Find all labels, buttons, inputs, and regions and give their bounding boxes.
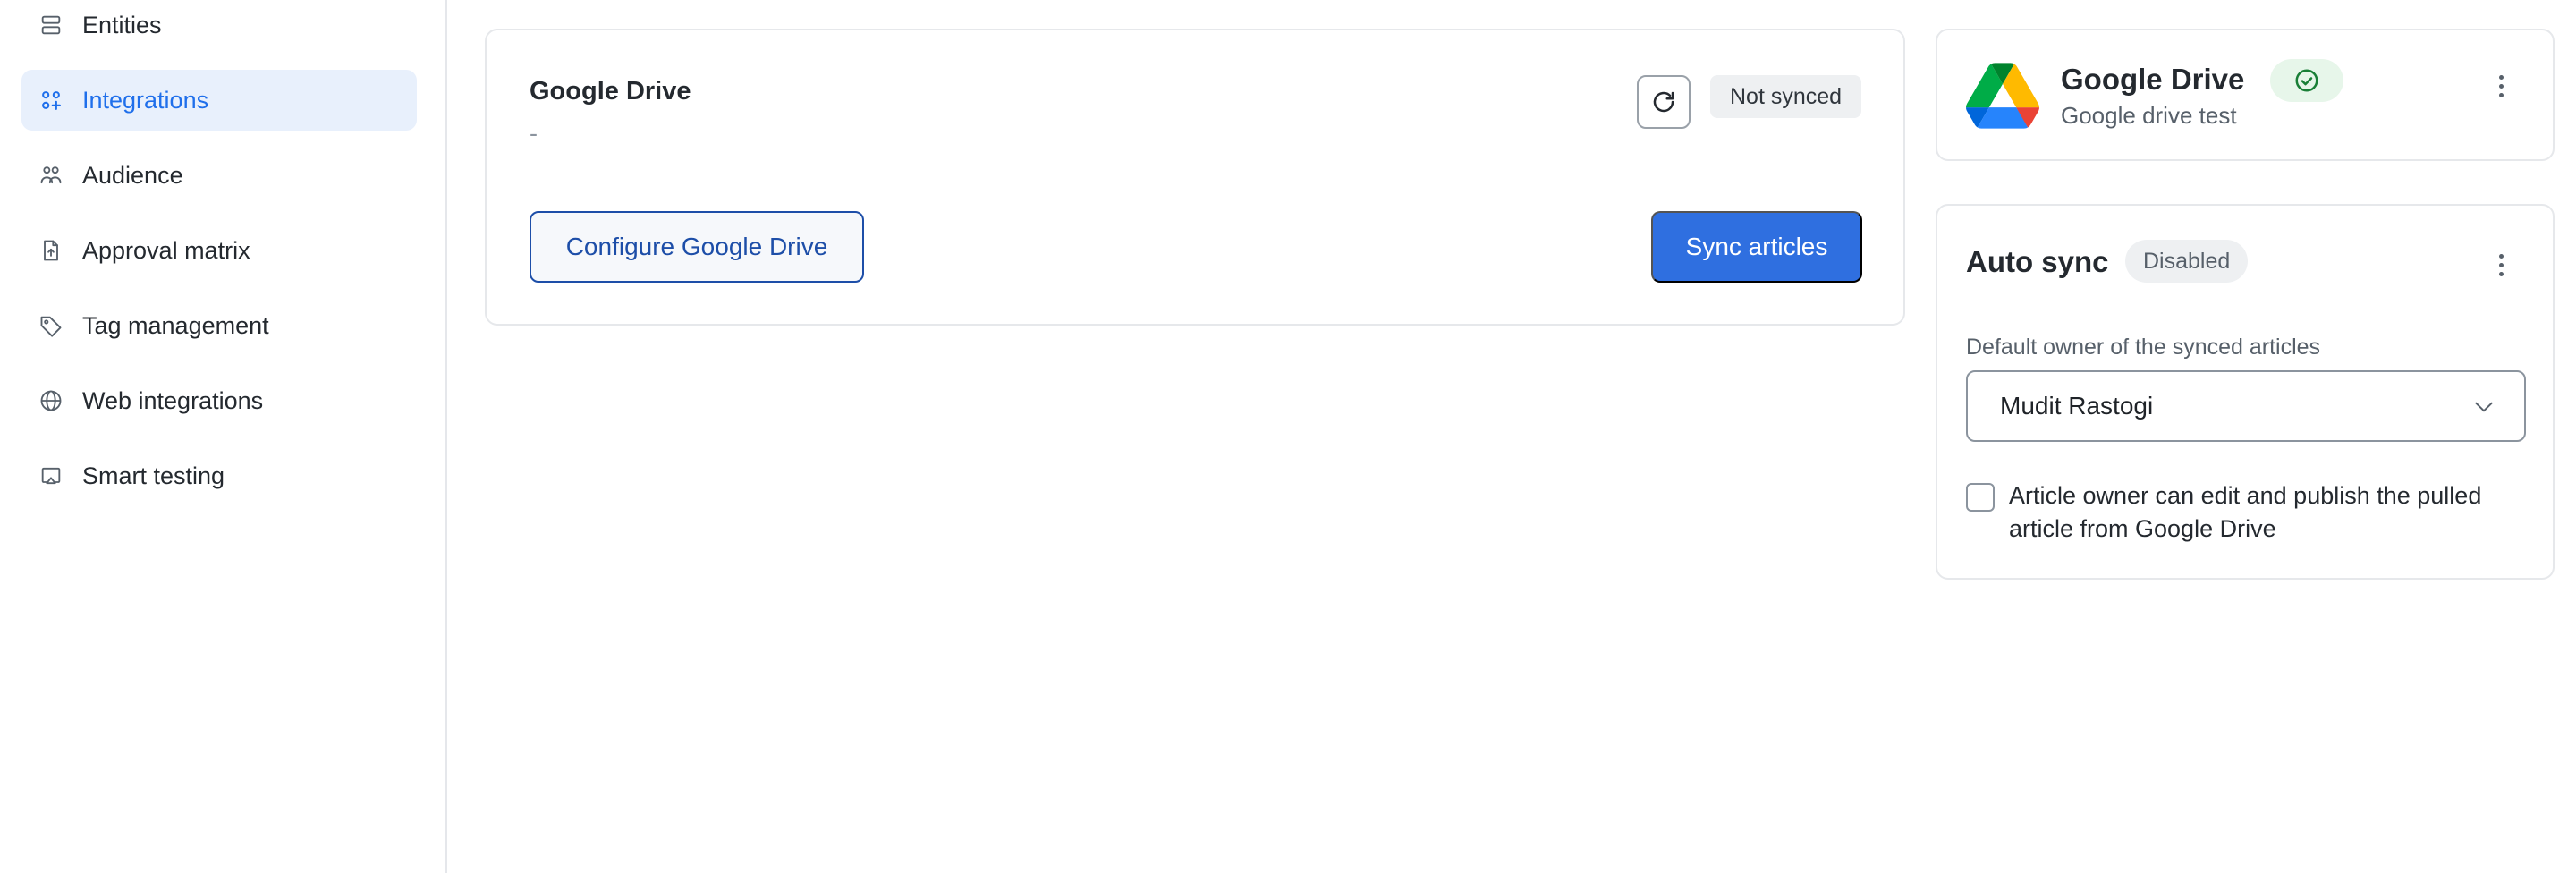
refresh-button[interactable] — [1637, 75, 1690, 129]
sidebar-item-label: Tag management — [82, 311, 269, 339]
grid-plus-icon — [38, 87, 64, 114]
sidebar-item-label: Smart testing — [82, 462, 225, 489]
sidebar-item-entities[interactable]: Entities — [21, 0, 417, 55]
google-drive-logo-icon — [1966, 63, 2039, 129]
file-upload-icon — [38, 237, 64, 264]
drive-card-title: Google Drive — [2061, 63, 2245, 96]
sidebar-item-approval-matrix[interactable]: Approval matrix — [21, 220, 417, 281]
refresh-icon — [1650, 89, 1677, 115]
sync-articles-button[interactable]: Sync articles — [1651, 211, 1862, 283]
screen-cast-icon — [38, 462, 64, 489]
integration-title: Google Drive — [530, 77, 691, 106]
app-root: Entities Integrations Audience Approval … — [0, 0, 2576, 873]
owner-edit-publish-label: Article owner can edit and publish the p… — [2009, 482, 2482, 542]
sidebar: Entities Integrations Audience Approval … — [0, 0, 447, 873]
globe-icon — [38, 387, 64, 414]
sidebar-item-label: Web integrations — [82, 386, 264, 414]
default-owner-value: Mudit Rastogi — [2000, 392, 2154, 420]
integration-card: Google Drive - Not synced Configure Goog… — [485, 29, 1905, 326]
sidebar-item-web-integrations[interactable]: Web integrations — [21, 370, 417, 431]
auto-sync-more-icon[interactable] — [2490, 247, 2512, 283]
drive-card-more-icon[interactable] — [2490, 68, 2512, 104]
auto-sync-card: Auto sync Disabled Default owner of the … — [1936, 204, 2555, 580]
sync-status-badge: Not synced — [1710, 75, 1862, 118]
default-owner-select[interactable]: Mudit Rastogi — [1966, 370, 2526, 442]
owner-edit-publish-checkbox[interactable] — [1966, 483, 1995, 512]
auto-sync-status-badge: Disabled — [2125, 240, 2249, 283]
sidebar-item-label: Audience — [82, 161, 183, 189]
sidebar-item-label: Entities — [82, 11, 162, 38]
stack-icon — [38, 12, 64, 38]
sidebar-item-label: Approval matrix — [82, 236, 250, 264]
sidebar-item-integrations[interactable]: Integrations — [21, 70, 417, 131]
sidebar-item-tag-management[interactable]: Tag management — [21, 295, 417, 356]
tag-icon — [38, 312, 64, 339]
drive-card-subtitle: Google drive test — [2061, 102, 2237, 129]
sidebar-item-label: Integrations — [82, 86, 209, 114]
drive-summary-card: Google Drive Google drive test — [1936, 29, 2555, 161]
users-icon — [38, 162, 64, 189]
integration-subtitle: - — [530, 120, 538, 147]
sidebar-item-smart-testing[interactable]: Smart testing — [21, 445, 417, 506]
connected-badge — [2270, 59, 2343, 102]
check-circle-icon — [2293, 67, 2320, 94]
sidebar-item-audience[interactable]: Audience — [21, 145, 417, 206]
default-owner-label: Default owner of the synced articles — [1966, 335, 2321, 360]
configure-google-drive-button[interactable]: Configure Google Drive — [530, 211, 864, 283]
chevron-down-icon — [2472, 395, 2496, 419]
auto-sync-title: Auto sync — [1966, 245, 2109, 278]
